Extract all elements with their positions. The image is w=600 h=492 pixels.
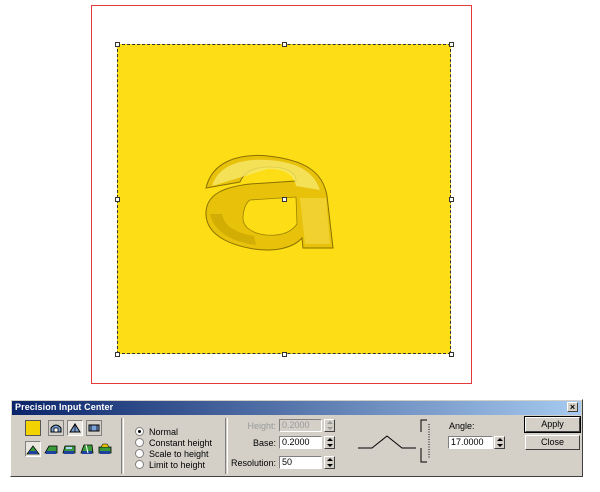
style-tool-5-icon[interactable] (97, 441, 113, 457)
dialog-titlebar[interactable]: Precision Input Center × (12, 401, 581, 415)
resize-handle-top[interactable] (282, 42, 287, 47)
height-field[interactable]: 0.2000 (279, 419, 322, 432)
resize-handle-bottom[interactable] (282, 352, 287, 357)
precision-input-center-dialog: Precision Input Center × Normal Constant… (10, 399, 583, 477)
height-ruler-icon (420, 419, 430, 463)
resize-handle-bottom-right[interactable] (449, 352, 454, 357)
radio-scale-to-height[interactable] (135, 449, 144, 458)
resolution-spinner[interactable] (324, 456, 335, 469)
pyramid-tool-icon[interactable] (67, 420, 83, 436)
close-button[interactable]: Close (525, 435, 580, 450)
radio-normal[interactable] (135, 427, 144, 436)
angle-spinner[interactable] (494, 436, 505, 449)
mode-normal[interactable]: Normal (135, 426, 178, 437)
mode-scale-to-height[interactable]: Scale to height (135, 448, 209, 459)
mode-constant-height-label: Constant height (149, 437, 213, 448)
profile-preview-icon (358, 435, 416, 449)
angle-field[interactable]: 17.0000 (448, 436, 493, 449)
base-spinner[interactable] (324, 436, 335, 449)
height-spinner[interactable] (324, 419, 335, 432)
resize-handle-left[interactable] (115, 197, 120, 202)
resize-handle-bottom-left[interactable] (115, 352, 120, 357)
color-swatch[interactable] (25, 420, 41, 436)
close-icon[interactable]: × (567, 402, 578, 412)
mode-constant-height[interactable]: Constant height (135, 437, 212, 448)
height-label: Height: (247, 421, 276, 431)
style-tool-4-icon[interactable] (79, 441, 95, 457)
base-label: Base: (252, 438, 276, 448)
radio-limit-to-height[interactable] (135, 460, 144, 469)
dialog-title: Precision Input Center (15, 402, 114, 412)
angle-label: Angle: (449, 421, 475, 431)
mode-limit-to-height-label: Limit to height (149, 459, 206, 470)
radio-constant-height[interactable] (135, 438, 144, 447)
dome-tool-icon[interactable] (48, 420, 64, 436)
style-tool-2-icon[interactable] (43, 441, 59, 457)
resize-handle-right[interactable] (449, 197, 454, 202)
base-field[interactable]: 0.2000 (279, 436, 322, 449)
resolution-label: Resolution: (230, 458, 276, 468)
extrude-tool-icon[interactable] (86, 420, 102, 436)
resolution-field[interactable]: 50 (279, 456, 322, 469)
mode-limit-to-height[interactable]: Limit to height (135, 459, 205, 470)
style-tool-3-icon[interactable] (61, 441, 77, 457)
center-point-handle[interactable] (282, 197, 287, 202)
mode-normal-label: Normal (149, 426, 179, 437)
separator (121, 418, 124, 474)
resize-handle-top-right[interactable] (449, 42, 454, 47)
style-tool-1-icon[interactable] (25, 441, 41, 457)
mode-scale-to-height-label: Scale to height (149, 448, 209, 459)
apply-button[interactable]: Apply (524, 416, 581, 433)
resize-handle-top-left[interactable] (115, 42, 120, 47)
